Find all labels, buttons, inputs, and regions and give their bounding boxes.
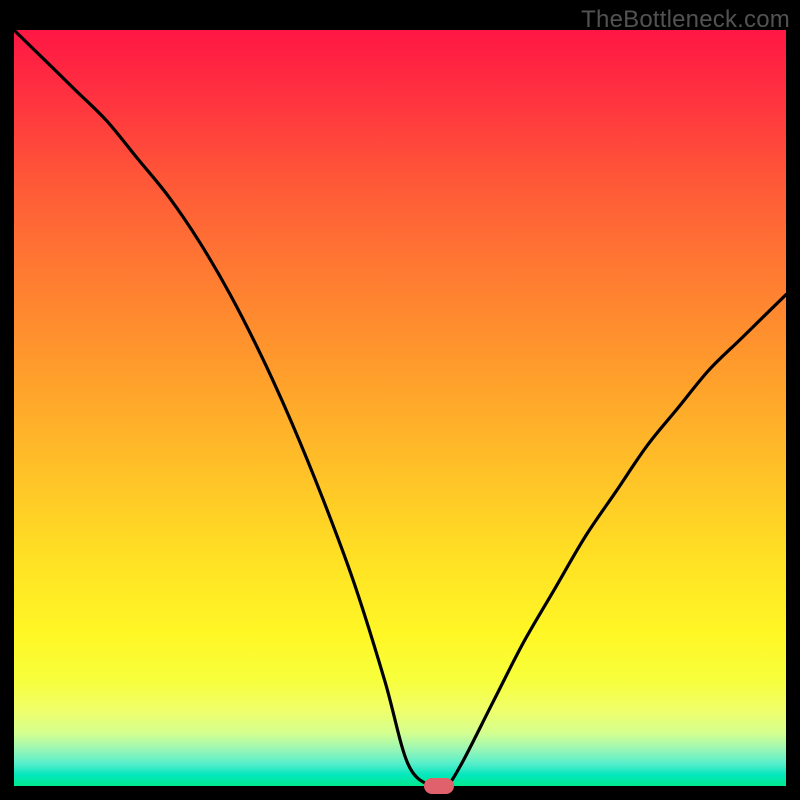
chart-surface [14,30,786,786]
watermark-text: TheBottleneck.com [581,6,790,34]
optimal-point-marker [424,778,454,794]
curve-layer [14,30,786,786]
chart-container: TheBottleneck.com [0,0,800,800]
bottleneck-curve [14,30,786,786]
